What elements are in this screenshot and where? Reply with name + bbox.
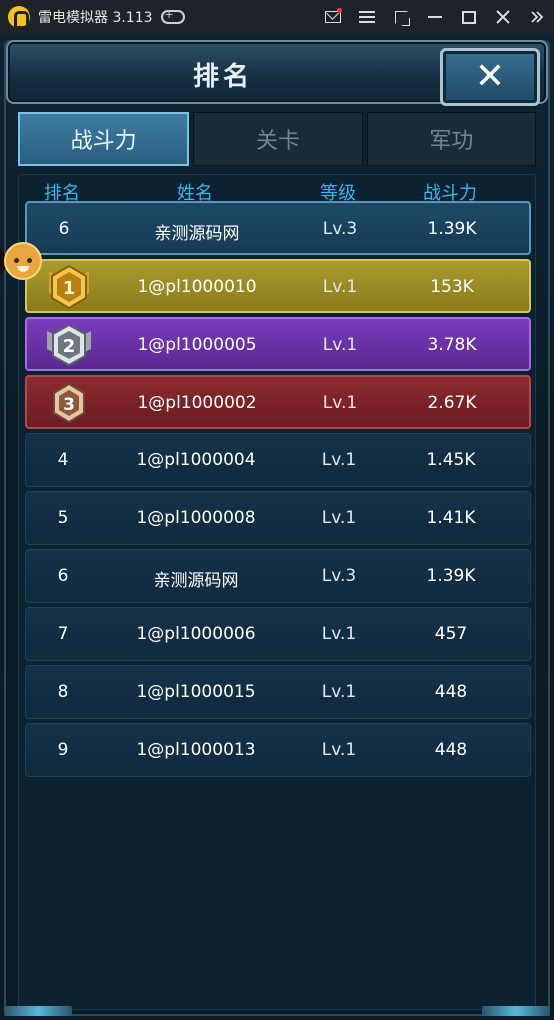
power-cell: 2.67K xyxy=(427,393,477,413)
name-cell: 1@pl1000004 xyxy=(136,450,256,470)
level-cell: Lv.1 xyxy=(322,277,358,297)
ranking-list[interactable]: 排名 姓名 等级 战斗力 6 亲测源码网 Lv.3 1.39K 1 1@pl10… xyxy=(18,174,536,1010)
sidebar-toggle-button[interactable] xyxy=(520,0,554,34)
table-row[interactable]: 3 1@pl1000002 Lv.1 2.67K xyxy=(25,375,531,429)
rank-cell: 4 xyxy=(57,450,69,470)
tab-power[interactable]: 战斗力 xyxy=(18,112,190,166)
level-cell: Lv.3 xyxy=(321,566,357,586)
level-cell: Lv.1 xyxy=(321,682,357,702)
table-row[interactable]: 8 1@pl1000015 Lv.1 448 xyxy=(25,665,531,719)
ranking-panel: 排名 ✕ 战斗力 关卡 军功 排名 姓名 等级 战斗力 6 亲测源码网 Lv.3… xyxy=(0,34,554,1020)
table-row[interactable]: 6 亲测源码网 Lv.3 1.39K xyxy=(25,549,531,603)
rank-cell: 5 xyxy=(57,508,69,528)
rank-2-badge-icon: 2 xyxy=(47,323,91,367)
page-title: 排名 xyxy=(192,62,253,92)
menu-button[interactable] xyxy=(350,0,384,34)
emulator-title: 雷电模拟器 3.113 xyxy=(38,10,153,26)
power-cell: 1.39K xyxy=(426,566,476,586)
power-cell: 153K xyxy=(430,277,474,297)
name-cell: 1@pl1000008 xyxy=(136,508,256,528)
table-row[interactable]: 5 1@pl1000008 Lv.1 1.41K xyxy=(25,491,531,545)
close-icon xyxy=(496,10,510,24)
power-cell: 3.78K xyxy=(427,335,477,355)
name-cell: 1@pl1000006 xyxy=(136,624,256,644)
tab-merit[interactable]: 军功 xyxy=(366,112,536,166)
svg-text:1: 1 xyxy=(63,278,76,299)
menu-icon xyxy=(359,11,375,23)
level-cell: Lv.1 xyxy=(322,393,358,413)
level-cell: Lv.1 xyxy=(321,740,357,760)
name-cell: 亲测源码网 xyxy=(154,224,240,244)
level-cell: Lv.1 xyxy=(321,508,357,528)
table-row[interactable]: 7 1@pl1000006 Lv.1 457 xyxy=(25,607,531,661)
corner-decoration-left xyxy=(4,1006,72,1016)
rank-cell: 6 xyxy=(58,219,70,239)
tab-stage[interactable]: 关卡 xyxy=(193,112,363,166)
power-cell: 1.45K xyxy=(426,450,476,470)
svg-text:2: 2 xyxy=(63,336,76,357)
level-cell: Lv.1 xyxy=(321,624,357,644)
rank-cell: 9 xyxy=(57,740,69,760)
table-row[interactable]: 9 1@pl1000013 Lv.1 448 xyxy=(25,723,531,777)
table-row[interactable]: 2 1@pl1000005 Lv.1 3.78K xyxy=(25,317,531,371)
emulator-title-bar: 雷电模拟器 3.113 xyxy=(0,0,554,34)
svg-text:3: 3 xyxy=(63,395,75,415)
resize-icon xyxy=(394,10,410,26)
column-headers: 排名 姓名 等级 战斗力 xyxy=(19,179,537,204)
name-cell: 1@pl1000015 xyxy=(136,682,256,702)
name-cell: 1@pl1000005 xyxy=(137,335,257,355)
rank-3-badge-icon: 3 xyxy=(53,382,85,424)
mail-button[interactable] xyxy=(316,0,350,34)
power-cell: 448 xyxy=(434,740,468,760)
notification-dot xyxy=(337,8,342,13)
close-icon: ✕ xyxy=(474,56,506,97)
level-cell: Lv.3 xyxy=(322,219,358,239)
double-chevron-icon xyxy=(531,11,544,23)
power-cell: 1.39K xyxy=(427,219,477,239)
rank-cell: 7 xyxy=(57,624,69,644)
rank-cell: 8 xyxy=(57,682,69,702)
table-row[interactable]: 4 1@pl1000004 Lv.1 1.45K xyxy=(25,433,531,487)
resize-button[interactable] xyxy=(384,0,418,34)
power-cell: 448 xyxy=(434,682,468,702)
close-button[interactable]: ✕ xyxy=(440,48,540,106)
minimize-button[interactable] xyxy=(418,0,452,34)
logo-icon xyxy=(8,6,30,29)
name-cell: 1@pl1000002 xyxy=(137,393,257,413)
minimize-icon xyxy=(428,16,442,18)
table-row[interactable]: 1 1@pl1000010 Lv.1 153K xyxy=(25,259,531,313)
rank-1-badge-icon: 1 xyxy=(49,264,89,310)
name-cell: 1@pl1000010 xyxy=(137,277,257,297)
maximize-button[interactable] xyxy=(452,0,486,34)
my-rank-row[interactable]: 6 亲测源码网 Lv.3 1.39K xyxy=(25,201,531,255)
rank-cell: 6 xyxy=(57,566,69,586)
level-cell: Lv.1 xyxy=(322,335,358,355)
power-cell: 457 xyxy=(434,624,468,644)
name-cell: 亲测源码网 xyxy=(153,571,239,591)
power-cell: 1.41K xyxy=(426,508,476,528)
name-cell: 1@pl1000013 xyxy=(136,740,256,760)
corner-decoration-right xyxy=(482,1006,550,1016)
close-window-button[interactable] xyxy=(486,0,520,34)
ranking-tabs: 战斗力 关卡 军功 xyxy=(18,112,536,166)
panel-header: 排名 ✕ xyxy=(6,40,548,106)
level-cell: Lv.1 xyxy=(321,450,357,470)
cat-avatar-icon[interactable] xyxy=(4,242,42,280)
maximize-icon xyxy=(462,10,476,24)
gamepad-icon[interactable] xyxy=(160,8,185,24)
